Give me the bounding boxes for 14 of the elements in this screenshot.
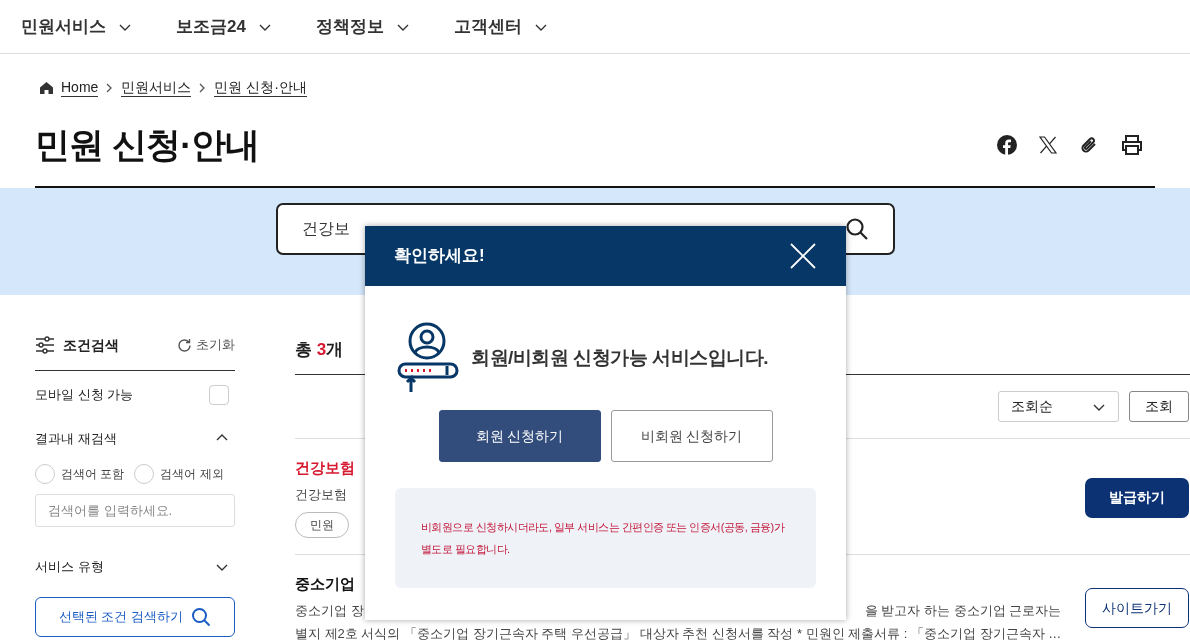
dialog-message: 회원/비회원 신청가능 서비스입니다. — [471, 345, 769, 370]
result-description: 을 받고자 하는 중소기업 근로자는 — [864, 601, 1062, 620]
radio-label: 검색어 포함 — [61, 466, 125, 483]
search-value: 건강보 — [302, 218, 350, 239]
result-description: 중소기업 장 — [295, 601, 364, 620]
page-title: 민원 신청·안내 — [35, 124, 260, 166]
result-description: 건강보험 — [295, 485, 347, 504]
dialog-title: 확인하세요! — [394, 245, 485, 268]
result-description: 별지 제2호 서식의 「중소기업 장기근속자 주택 우선공급」 대상자 추천 신청서를 작성 * 민원인 제출서류 : 「중소기업 장기근속자 … — [295, 625, 1062, 641]
filter-label: 모바일 신청 가능 — [35, 385, 134, 404]
radio-label: 검색어 제외 — [160, 466, 224, 483]
filter-title: 조건검색 — [63, 335, 119, 355]
notice-text: 비회원으로 신청하시더라도, 일부 서비스는 간편인증 또는 인증서(공동, 금융)가 별도로 필요합니다. — [421, 520, 786, 557]
result-count: 총 3개 — [295, 338, 344, 361]
